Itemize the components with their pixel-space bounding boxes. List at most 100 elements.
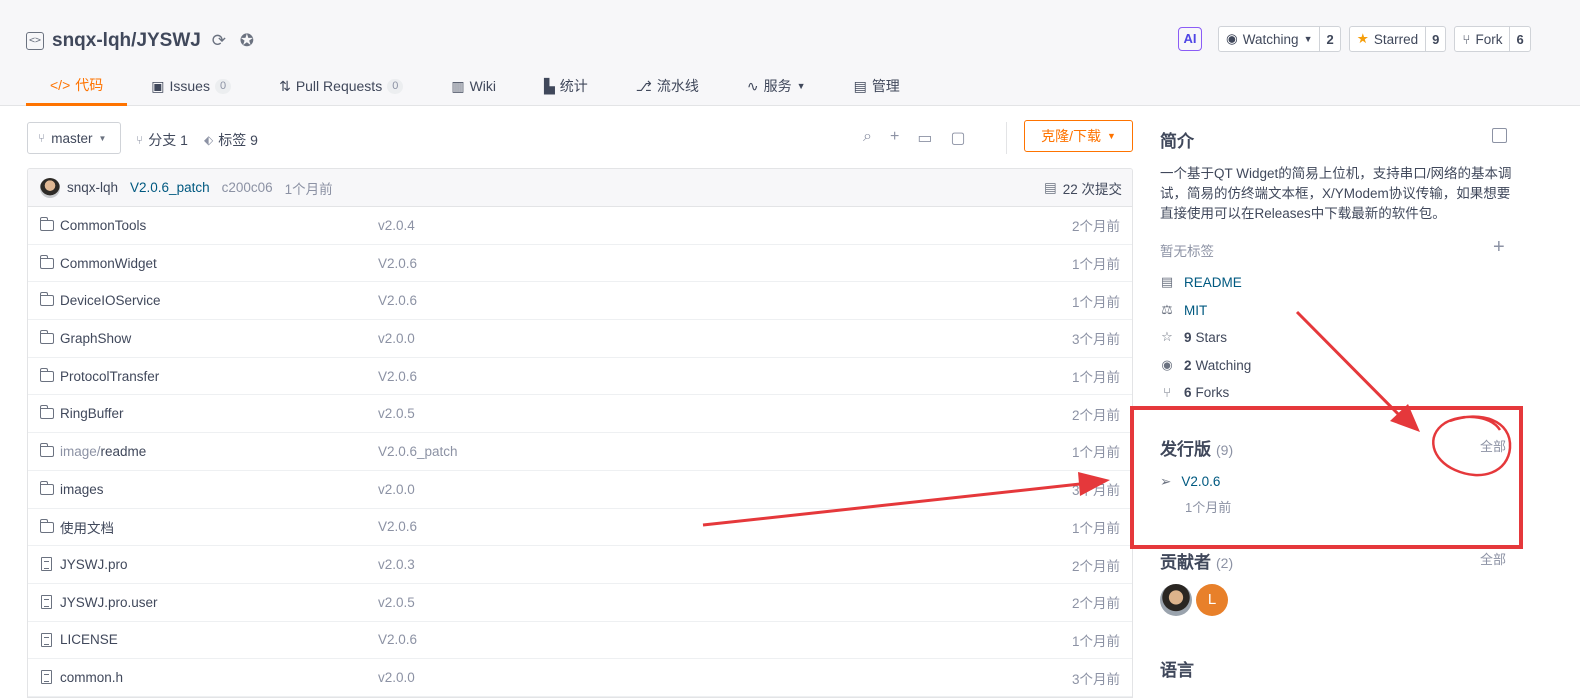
file-name[interactable]: common.h	[60, 670, 123, 685]
file-name[interactable]: CommonTools	[60, 218, 146, 233]
tab-issues[interactable]: ▣ Issues 0	[127, 70, 255, 102]
fork-count[interactable]: 6	[1509, 27, 1529, 51]
folder-icon	[39, 480, 54, 495]
tab-code[interactable]: </> 代码	[26, 70, 128, 106]
file-commit-message[interactable]: V2.0.6	[378, 632, 417, 647]
commit-author[interactable]: snqx-lqh	[67, 180, 118, 195]
file-row[interactable]: image/readme V2.0.6_patch 1个月前	[28, 433, 1132, 471]
tab-label: 代码	[75, 76, 104, 93]
tab-services[interactable]: ∿ 服务 ▼	[723, 70, 830, 102]
file-commit-message[interactable]: v2.0.5	[378, 406, 415, 421]
folder-icon	[39, 518, 54, 533]
plus-icon[interactable]: +	[890, 128, 899, 148]
file-name-text: JYSWJ.pro.user	[60, 594, 158, 610]
branches-link[interactable]: ⑂ 分支 1	[136, 130, 188, 150]
file-commit-message[interactable]: V2.0.6	[378, 256, 417, 271]
license-link[interactable]: ⚖ MIT	[1160, 302, 1207, 318]
releases-label: 发行版	[1160, 440, 1211, 459]
file-name[interactable]: image/readme	[60, 444, 146, 459]
badge-icon[interactable]: ✪	[237, 31, 257, 51]
contributor-avatar[interactable]: L	[1196, 584, 1228, 616]
file-row[interactable]: common.h v2.0.0 3个月前	[28, 659, 1132, 697]
search-icon[interactable]: ⌕	[863, 128, 872, 148]
file-icon	[41, 594, 52, 609]
monitor-icon[interactable]: ▭	[917, 128, 932, 148]
star-count[interactable]: 9	[1425, 27, 1445, 51]
tab-pull-requests[interactable]: ⇅ Pull Requests 0	[255, 70, 427, 102]
file-commit-message[interactable]: v2.0.0	[378, 670, 415, 685]
file-name-text: RingBuffer	[60, 406, 124, 422]
file-name[interactable]: JYSWJ.pro	[60, 557, 128, 572]
tags-link[interactable]: ⬖ 标签 9	[204, 130, 258, 150]
watch-button[interactable]: ◉ Watching ▼ 2	[1218, 26, 1341, 52]
caret-down-icon: ▼	[1303, 34, 1313, 44]
file-row[interactable]: 使用文档 V2.0.6 1个月前	[28, 509, 1132, 547]
file-time: 3个月前	[1071, 483, 1120, 499]
file-name[interactable]: RingBuffer	[60, 406, 124, 421]
no-tags-label: 暂无标签	[1160, 244, 1214, 259]
releases-all-link[interactable]: 全部	[1480, 436, 1506, 455]
file-name[interactable]: GraphShow	[60, 331, 131, 346]
file-name[interactable]: ProtocolTransfer	[60, 369, 159, 384]
file-name[interactable]: LICENSE	[60, 632, 118, 647]
folder-icon	[39, 330, 54, 345]
author-avatar[interactable]	[40, 177, 60, 198]
file-row[interactable]: RingBuffer v2.0.5 2个月前	[28, 395, 1132, 434]
sync-icon[interactable]: ⟳	[209, 31, 229, 51]
tab-manage[interactable]: ▤ 管理	[830, 70, 924, 102]
file-commit-message[interactable]: V2.0.6_patch	[378, 444, 458, 459]
file-commit-message[interactable]: V2.0.6	[378, 369, 417, 384]
file-name[interactable]: 使用文档	[60, 517, 114, 537]
tab-pipeline[interactable]: ⎇ 流水线	[612, 70, 723, 102]
file-row[interactable]: JYSWJ.pro.user v2.0.5 2个月前	[28, 584, 1132, 622]
file-commit-message[interactable]: v2.0.4	[378, 218, 415, 233]
branch-selector[interactable]: ⑂ master ▼	[27, 122, 121, 154]
file-row[interactable]: ProtocolTransfer V2.0.6 1个月前	[28, 358, 1132, 396]
fork-label: Fork	[1475, 31, 1503, 47]
contributors-all-link[interactable]: 全部	[1480, 549, 1506, 568]
readme-link[interactable]: ▤ README	[1160, 274, 1242, 290]
file-row[interactable]: CommonTools v2.0.4 2个月前	[28, 207, 1132, 245]
add-tag-icon[interactable]: +	[1493, 236, 1505, 259]
file-row[interactable]: CommonWidget V2.0.6 1个月前	[28, 245, 1132, 283]
file-commit-message[interactable]: v2.0.3	[378, 557, 415, 572]
caret-down-icon: ▼	[1106, 131, 1116, 141]
toolbar-divider	[1006, 122, 1007, 154]
ai-button[interactable]: AI	[1178, 27, 1202, 51]
file-row[interactable]: DeviceIOService V2.0.6 1个月前	[28, 282, 1132, 321]
edit-icon[interactable]	[1492, 128, 1507, 143]
watch-count[interactable]: 2	[1319, 27, 1339, 51]
contributor-avatar[interactable]	[1160, 584, 1192, 616]
file-name[interactable]: JYSWJ.pro.user	[60, 595, 158, 610]
fork-button[interactable]: ⑂ Fork 6	[1454, 26, 1531, 52]
repo-actions: AI ◉ Watching ▼ 2 ★ Starred 9 ⑂ Fork 6	[1178, 26, 1531, 52]
forks-stat[interactable]: ⑂ 6 Forks	[1160, 385, 1229, 400]
tab-wiki[interactable]: ▥ Wiki	[427, 70, 520, 102]
branch-icon: ⑂	[136, 133, 144, 147]
file-name[interactable]: DeviceIOService	[60, 293, 161, 308]
clone-download-button[interactable]: 克隆/下载 ▼	[1024, 120, 1133, 152]
file-name[interactable]: CommonWidget	[60, 256, 157, 271]
commit-sha[interactable]: c200c06	[222, 180, 273, 195]
watching-stat[interactable]: ◉ 2 Watching	[1160, 357, 1251, 373]
star-button[interactable]: ★ Starred 9	[1348, 26, 1447, 52]
file-commit-message[interactable]: v2.0.0	[378, 331, 415, 346]
forks-label: Forks	[1195, 385, 1230, 400]
file-commit-message[interactable]: v2.0.5	[378, 595, 415, 610]
file-row[interactable]: LICENSE V2.0.6 1个月前	[28, 622, 1132, 660]
commit-count-link[interactable]: ▤ 22 次提交	[1044, 178, 1122, 198]
file-commit-message[interactable]: V2.0.6	[378, 519, 417, 534]
file-row[interactable]: GraphShow v2.0.0 3个月前	[28, 320, 1132, 358]
file-row[interactable]: JYSWJ.pro v2.0.3 2个月前	[28, 546, 1132, 584]
stars-stat[interactable]: ☆ 9 Stars	[1160, 329, 1227, 345]
release-item[interactable]: ➢ V2.0.6	[1160, 474, 1220, 490]
file-row[interactable]: images v2.0.0 3个月前	[28, 471, 1132, 509]
file-name[interactable]: images	[60, 482, 104, 497]
file-commit-message[interactable]: V2.0.6	[378, 293, 417, 308]
repo-name[interactable]: snqx-lqh/JYSWJ	[52, 30, 201, 52]
file-commit-message[interactable]: v2.0.0	[378, 482, 415, 497]
web-ide-icon[interactable]: ▢	[950, 128, 965, 148]
commit-message[interactable]: V2.0.6_patch	[130, 180, 210, 195]
fork-icon: ⑂	[1163, 385, 1171, 400]
tab-stats[interactable]: ▙ 统计	[520, 70, 612, 102]
